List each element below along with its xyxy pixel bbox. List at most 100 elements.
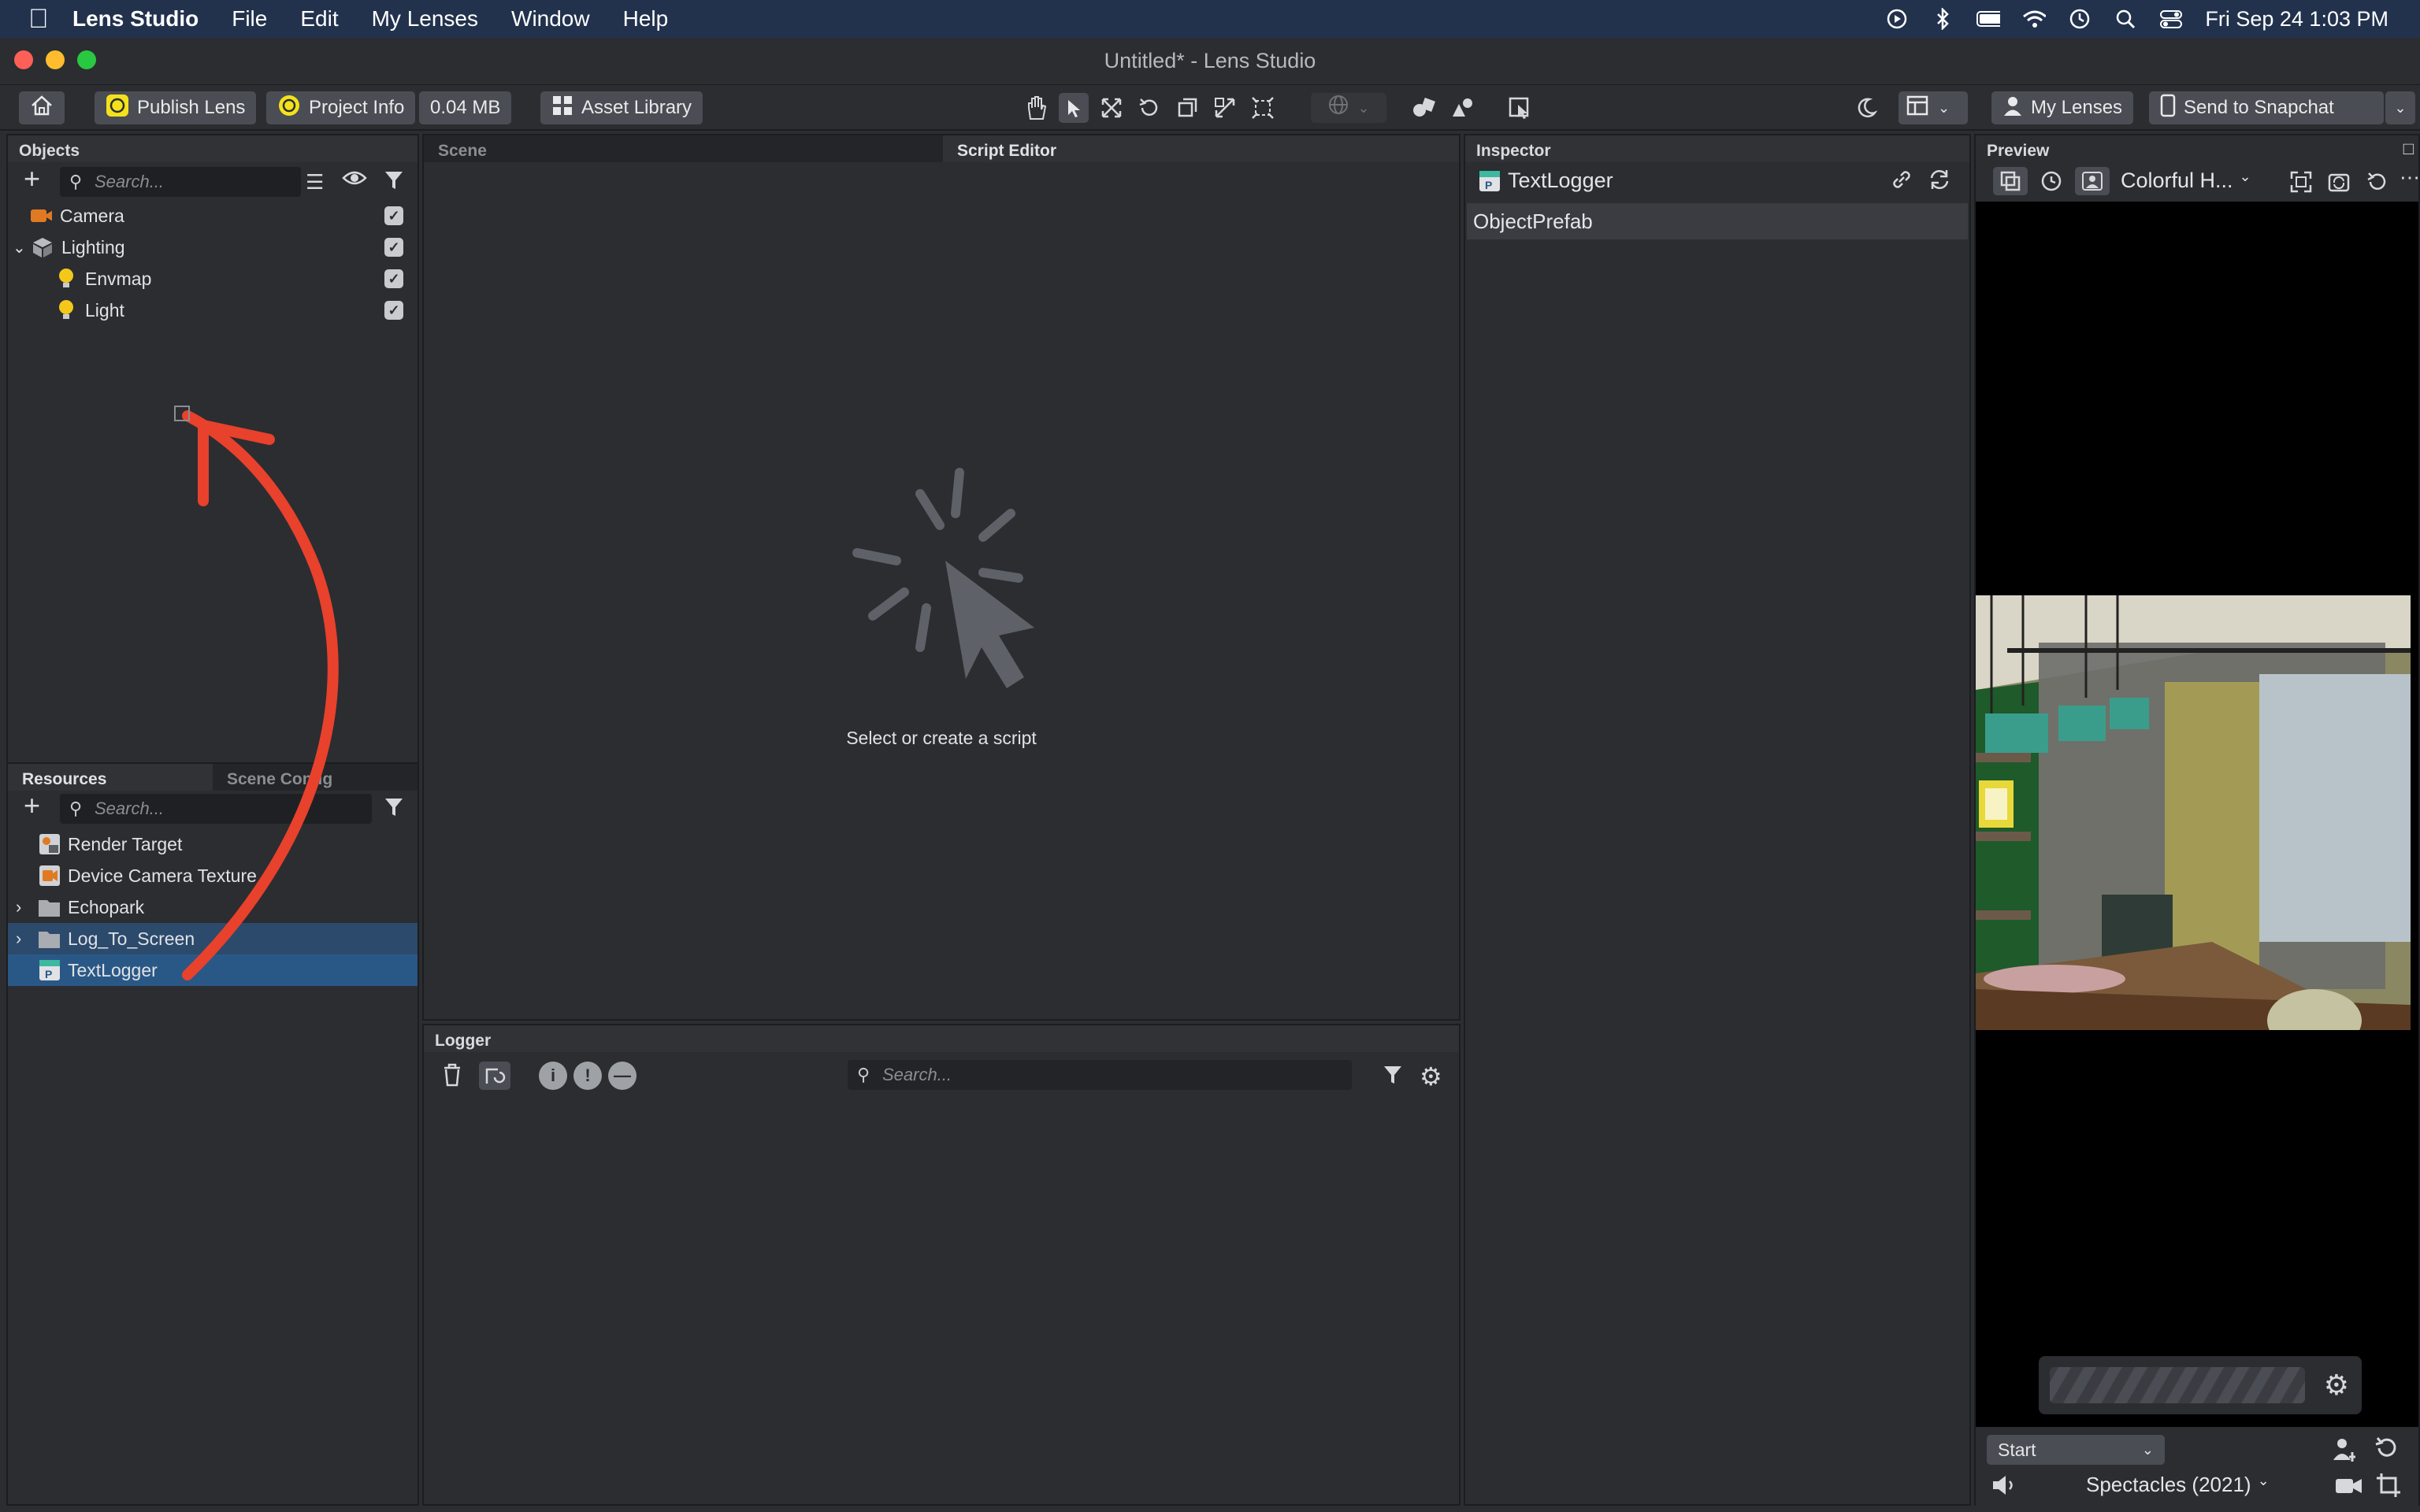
flip-camera-icon[interactable] [2327, 170, 2351, 198]
resize-tool-icon[interactable] [1210, 93, 1240, 123]
chevron-down-icon[interactable]: ⌄ [13, 238, 32, 258]
menu-app-name[interactable]: Lens Studio [72, 6, 199, 32]
logger-search-input[interactable]: ⚲ Search... [848, 1060, 1352, 1090]
error-filter-icon[interactable]: — [608, 1062, 637, 1090]
info-filter-icon[interactable]: i [539, 1062, 567, 1090]
project-size-badge[interactable]: 0.04 MB [419, 91, 512, 124]
refresh-icon[interactable] [1927, 167, 1952, 196]
project-info-button[interactable]: Project Info [266, 91, 416, 124]
menu-edit[interactable]: Edit [300, 6, 338, 32]
menu-file[interactable]: File [232, 6, 267, 32]
menubar-datetime[interactable]: Fri Sep 24 1:03 PM [2205, 7, 2388, 32]
resource-item-log-to-screen[interactable]: › Log_To_Screen [8, 923, 418, 954]
send-to-snapchat-dropdown[interactable]: ⌄ [2385, 91, 2415, 124]
reset-preview-icon[interactable] [2365, 170, 2388, 198]
menu-help[interactable]: Help [623, 6, 669, 32]
wifi-icon[interactable] [2022, 9, 2047, 29]
more-options-icon[interactable]: ⋯ [2400, 165, 2420, 190]
device-dropdown[interactable]: Spectacles (2021) ⌄ [2086, 1473, 2270, 1497]
object-item-camera[interactable]: Camera ✓ [30, 200, 418, 232]
restart-icon[interactable] [2373, 1435, 2400, 1466]
person-preview-icon[interactable] [2075, 167, 2110, 195]
video-camera-icon[interactable] [2335, 1476, 2363, 1500]
pin-icon[interactable]: □ [2403, 139, 2414, 159]
filter-icon[interactable] [384, 170, 403, 196]
tab-resources[interactable]: Resources [8, 764, 213, 791]
tab-scene-config[interactable]: Scene Config [213, 764, 347, 791]
objects-panel-title: Objects [8, 135, 418, 162]
menu-window[interactable]: Window [511, 6, 590, 32]
send-to-snapchat-button[interactable]: Send to Snapchat [2149, 91, 2384, 124]
asset-library-button[interactable]: Asset Library [540, 91, 703, 124]
hand-tool-icon[interactable] [1021, 93, 1051, 123]
tab-scene[interactable]: Scene [424, 135, 943, 162]
lens-preview-dropdown[interactable]: Colorful H... ⌄ [2121, 169, 2251, 193]
timer-icon[interactable] [2034, 167, 2069, 195]
hierarchy-icon[interactable]: ☰ [306, 170, 324, 195]
publish-lens-button[interactable]: Publish Lens [95, 91, 257, 124]
dark-mode-icon[interactable] [1851, 93, 1881, 123]
home-button[interactable] [19, 91, 65, 124]
chevron-right-icon[interactable]: › [16, 897, 38, 917]
object-item-envmap[interactable]: Envmap ✓ [55, 263, 418, 295]
start-dropdown[interactable]: Start ⌄ [1987, 1435, 2165, 1465]
select-tool-icon[interactable] [1059, 93, 1089, 123]
my-lenses-button[interactable]: My Lenses [1991, 91, 2134, 124]
resources-search-placeholder: Search... [95, 799, 165, 818]
filter-icon[interactable] [384, 797, 403, 823]
object-visible-checkbox[interactable]: ✓ [384, 301, 403, 320]
gear-icon[interactable]: ⚙ [2324, 1369, 2349, 1402]
resource-item-echopark[interactable]: › Echopark [16, 891, 418, 923]
resource-item-device-camera-texture[interactable]: Device Camera Texture [38, 860, 418, 891]
object-item-light[interactable]: Light ✓ [55, 295, 418, 326]
fullscreen-icon[interactable] [2289, 170, 2313, 198]
inspector-component-objectprefab[interactable]: ObjectPrefab [1467, 203, 1968, 239]
world-space-dropdown[interactable]: ⌄ [1311, 93, 1386, 123]
user-tap-icon[interactable] [2332, 1436, 2359, 1467]
battery-icon[interactable] [1976, 9, 2001, 29]
clear-on-restart-icon[interactable] [479, 1062, 510, 1090]
link-icon[interactable] [1889, 167, 1914, 196]
tab-script-editor[interactable]: Script Editor [943, 135, 1459, 162]
warning-filter-icon[interactable]: ! [573, 1062, 602, 1090]
add-resource-icon[interactable]: + [24, 789, 40, 822]
object-visible-checkbox[interactable]: ✓ [384, 269, 403, 288]
object-visible-checkbox[interactable]: ✓ [384, 206, 403, 225]
layout-dropdown[interactable]: ⌄ [1899, 91, 1968, 124]
preview-select-icon[interactable] [1505, 93, 1535, 123]
spotlight-search-icon[interactable] [2114, 9, 2137, 29]
resources-search-input[interactable]: ⚲ Search... [60, 794, 372, 824]
rotate-tool-icon[interactable] [1134, 93, 1164, 123]
gear-icon[interactable]: ⚙ [1420, 1062, 1442, 1091]
zoom-window-button[interactable] [77, 50, 96, 69]
menu-my-lenses[interactable]: My Lenses [372, 6, 478, 32]
trash-icon[interactable] [443, 1063, 462, 1091]
apple-icon[interactable]:  [28, 4, 72, 35]
chevron-right-icon[interactable]: › [16, 928, 38, 949]
folder-icon [38, 928, 60, 950]
time-machine-icon[interactable] [2068, 9, 2092, 29]
move-tool-icon[interactable] [1097, 93, 1126, 123]
resource-item-textlogger[interactable]: P TextLogger [8, 954, 418, 986]
object-visible-checkbox[interactable]: ✓ [384, 238, 403, 257]
speaker-icon[interactable] [1991, 1474, 2020, 1500]
object-item-lighting[interactable]: ⌄ Lighting ✓ [13, 232, 418, 263]
resource-item-render-target[interactable]: Render Target [38, 828, 418, 860]
preview-mode-icon[interactable] [1993, 167, 2028, 195]
scale-tool-icon[interactable] [1172, 93, 1202, 123]
minimize-window-button[interactable] [46, 50, 65, 69]
bluetooth-icon[interactable] [1931, 8, 1954, 30]
filter-icon[interactable] [1383, 1065, 1402, 1091]
visibility-eye-icon[interactable] [342, 169, 367, 193]
play-status-icon[interactable] [1885, 9, 1909, 29]
close-window-button[interactable] [14, 50, 33, 69]
objects-add-icon[interactable] [1410, 93, 1440, 123]
shapes-add-icon[interactable] [1448, 93, 1478, 123]
bounding-box-tool-icon[interactable] [1248, 93, 1278, 123]
add-object-icon[interactable]: + [24, 162, 40, 195]
control-center-icon[interactable] [2159, 9, 2183, 29]
objects-search-placeholder: Search... [95, 172, 165, 191]
objects-search-input[interactable]: ⚲ Search... [60, 167, 301, 197]
inspector-panel: Inspector P TextLogger ObjectPrefab [1464, 134, 1971, 1506]
crop-icon[interactable] [2376, 1473, 2401, 1502]
